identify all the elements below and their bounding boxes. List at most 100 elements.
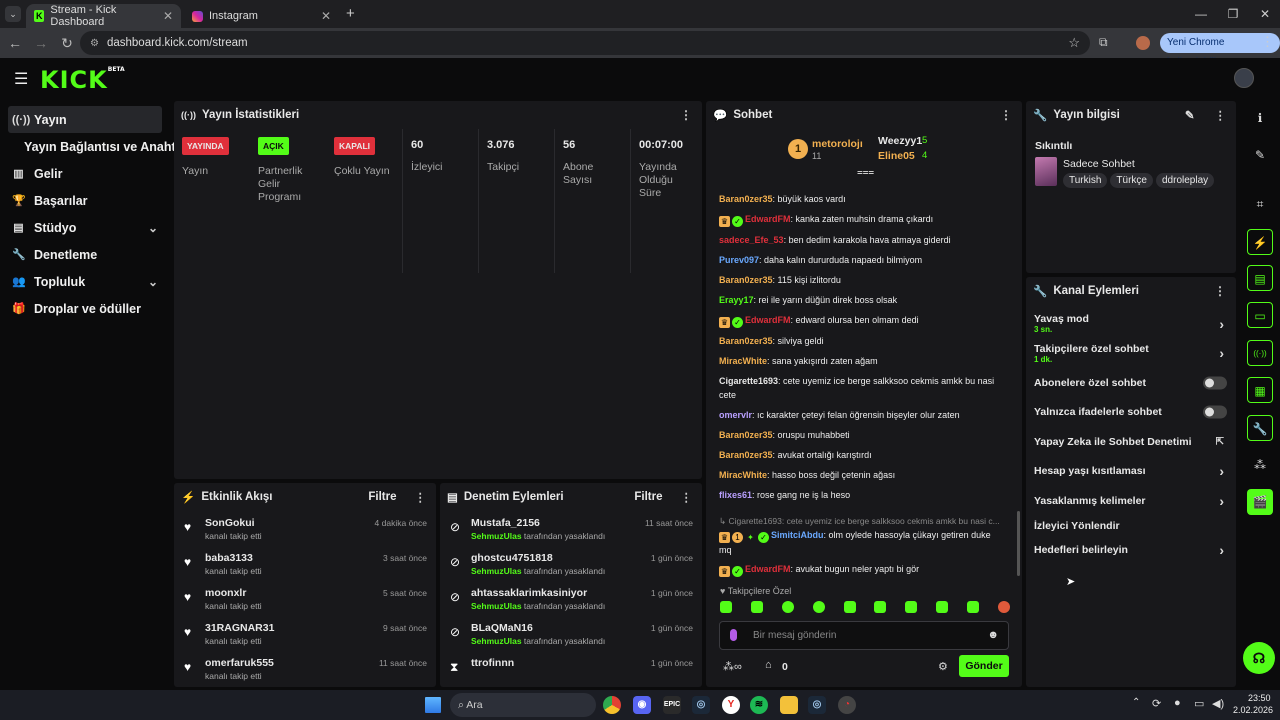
moderator-name[interactable]: SehmuzUlas xyxy=(471,531,522,541)
subscribers-only-toggle[interactable] xyxy=(1203,376,1227,390)
event-user[interactable]: ghostcu4751818 xyxy=(471,552,553,564)
tab-instagram[interactable]: Instagram ✕ xyxy=(184,4,339,28)
tray-mic-icon[interactable]: ● xyxy=(1174,697,1181,709)
sidebar-item-basarilar[interactable]: 🏆 Başarılar xyxy=(0,187,170,214)
chat-username[interactable]: Baran0zer35 xyxy=(719,194,773,204)
sidebar-item-gelir[interactable]: ▥ Gelir xyxy=(0,160,170,187)
event-user[interactable]: moonxlr xyxy=(205,587,246,599)
filter-button[interactable]: Filtre xyxy=(368,491,396,503)
lightning-icon[interactable]: ⚡ xyxy=(1247,229,1273,255)
leader-third-name[interactable]: Eline05 xyxy=(878,150,915,162)
wrench-icon[interactable]: 🔧 xyxy=(1247,415,1273,441)
emote-icon[interactable] xyxy=(874,601,887,613)
chat-settings-icon[interactable]: ⚙ xyxy=(938,660,948,673)
emote-icon[interactable] xyxy=(720,601,732,613)
chrome-menu-icon[interactable]: ⋮ xyxy=(1261,34,1274,50)
file-explorer-taskbar-icon[interactable] xyxy=(780,696,798,714)
emote-icon[interactable] xyxy=(843,601,856,613)
broadcast-icon[interactable]: ((·)) xyxy=(1247,340,1273,366)
more-options-icon[interactable]: ⋮ xyxy=(1215,108,1227,122)
goals-action[interactable]: Hedefleri belirleyin › xyxy=(1026,536,1236,566)
chat-username[interactable]: omervlr xyxy=(719,410,752,420)
back-icon[interactable]: ← xyxy=(2,35,28,51)
spotify-taskbar-icon[interactable]: ≋ xyxy=(750,696,768,714)
chat-username[interactable]: EdwardFM xyxy=(745,564,791,574)
moderator-name[interactable]: SehmuzUlas xyxy=(471,636,522,646)
chat-username[interactable]: Erayy17 xyxy=(719,295,754,305)
emote-icon[interactable] xyxy=(905,601,918,613)
more-options-icon[interactable]: ⋮ xyxy=(681,490,693,504)
clock-date[interactable]: 2.02.2026 xyxy=(1233,705,1273,715)
layout-icon[interactable]: ▦ xyxy=(1247,377,1273,403)
info-icon[interactable]: ℹ xyxy=(1247,105,1273,131)
discord-taskbar-icon[interactable]: ◉ xyxy=(633,696,651,714)
maximize-icon[interactable]: ❐ xyxy=(1218,4,1248,24)
category-thumbnail[interactable] xyxy=(1035,157,1057,186)
event-user[interactable]: baba3133 xyxy=(205,552,253,564)
tab-search-icon[interactable]: ⌄ xyxy=(5,6,21,22)
tray-volume-icon[interactable]: ◀) xyxy=(1212,697,1224,710)
bookmark-star-icon[interactable]: ☆ xyxy=(1068,35,1080,51)
steam-taskbar-icon[interactable]: ◎ xyxy=(692,696,710,714)
sidebar-item-yayin[interactable]: ((·)) Yayın xyxy=(8,106,162,133)
clapper-icon[interactable]: 🎬 xyxy=(1247,489,1273,515)
window-close-icon[interactable]: ✕ xyxy=(1250,4,1280,24)
more-options-icon[interactable]: ⋮ xyxy=(680,108,692,122)
chat-input[interactable]: Bir mesaj gönderin ☻ xyxy=(719,621,1009,650)
sidebar-item-studyo[interactable]: ▤ Stüdyo ⌄ xyxy=(0,214,170,241)
chrome-taskbar-icon[interactable] xyxy=(603,696,621,714)
category-name[interactable]: Sadece Sohbet xyxy=(1063,158,1135,170)
chat-username[interactable]: MiracWhite xyxy=(719,356,767,366)
emote-only-toggle[interactable] xyxy=(1203,405,1227,419)
emote-icon[interactable] xyxy=(750,601,763,613)
app-taskbar-icon[interactable]: ◔ xyxy=(838,696,856,714)
more-options-icon[interactable]: ⋮ xyxy=(415,490,427,504)
collapse-icon[interactable]: ⩶ xyxy=(857,167,874,178)
sidebar-item-denetleme[interactable]: 🔧 Denetleme xyxy=(0,241,170,268)
raid-action[interactable]: İzleyici Yönlendir xyxy=(1026,516,1236,536)
taskbar-search[interactable]: ⌕ Ara xyxy=(450,693,596,717)
emote-icon[interactable] xyxy=(812,601,825,613)
emoji-icon[interactable]: ☻ xyxy=(987,629,999,641)
tab-kick-dashboard[interactable]: K Stream - Kick Dashboard ✕ xyxy=(26,4,181,28)
account-age-action[interactable]: Hesap yaşı kısıtlaması › xyxy=(1026,457,1236,487)
chat-username[interactable]: Cigarette1693 xyxy=(719,376,778,386)
edit-pencil-icon[interactable]: ✎ xyxy=(1185,108,1195,122)
tag[interactable]: Turkish xyxy=(1063,173,1108,188)
event-user[interactable]: omerfaruk555 xyxy=(205,657,274,669)
drops-icon[interactable]: ⁂ xyxy=(1247,452,1273,478)
leader-second-name[interactable]: Weezyy1 xyxy=(878,135,922,147)
close-icon[interactable]: ✕ xyxy=(163,9,173,23)
slow-mode-action[interactable]: Yavaş mod 3 sn. › xyxy=(1026,309,1236,339)
event-user[interactable]: ahtassaklarimkasiniyor xyxy=(471,587,587,599)
microphone-icon[interactable] xyxy=(730,629,737,641)
support-headset-icon[interactable]: ☊ xyxy=(1243,642,1275,674)
points-infinity-icon[interactable]: ⁂∞ xyxy=(723,660,742,673)
tray-sync-icon[interactable]: ⟳ xyxy=(1152,697,1161,710)
tag[interactable]: Türkçe xyxy=(1110,173,1153,188)
chat-username[interactable]: flixes61 xyxy=(719,490,752,500)
kick-logo[interactable]: KICKBETA xyxy=(40,66,125,94)
filter-button[interactable]: Filtre xyxy=(634,491,662,503)
chat-username[interactable]: Baran0zer35 xyxy=(719,430,773,440)
epic-games-taskbar-icon[interactable]: EPIC xyxy=(663,696,681,714)
ai-moderation-action[interactable]: Yapay Zeka ile Sohbet Denetimi ⇱ xyxy=(1026,427,1236,457)
clock-time[interactable]: 23:50 xyxy=(1248,693,1271,703)
reload-icon[interactable]: ↻ xyxy=(54,35,80,52)
chat-username[interactable]: MiracWhite xyxy=(719,470,767,480)
followers-only-action[interactable]: Takipçilere özel sohbet 1 dk. › xyxy=(1026,339,1236,369)
store-icon[interactable]: ⌂ xyxy=(765,659,772,671)
chat-username[interactable]: EdwardFM xyxy=(745,214,791,224)
close-icon[interactable]: ✕ xyxy=(321,9,331,23)
chat-scrollbar[interactable] xyxy=(1017,511,1020,576)
leader-first-name[interactable]: metorolojı xyxy=(812,138,863,150)
event-user[interactable]: SonGokui xyxy=(205,517,255,529)
chat-username[interactable]: SimitciAbdu xyxy=(771,530,824,540)
more-options-icon[interactable]: ⋮ xyxy=(1000,108,1012,122)
windows-start-icon[interactable] xyxy=(425,697,441,713)
event-user[interactable]: Mustafa_2156 xyxy=(471,517,540,529)
chat-username[interactable]: Baran0zer35 xyxy=(719,275,773,285)
forward-icon[interactable]: → xyxy=(28,35,54,51)
minimize-icon[interactable]: — xyxy=(1186,4,1216,24)
event-user[interactable]: ttrofinnn xyxy=(471,657,514,669)
